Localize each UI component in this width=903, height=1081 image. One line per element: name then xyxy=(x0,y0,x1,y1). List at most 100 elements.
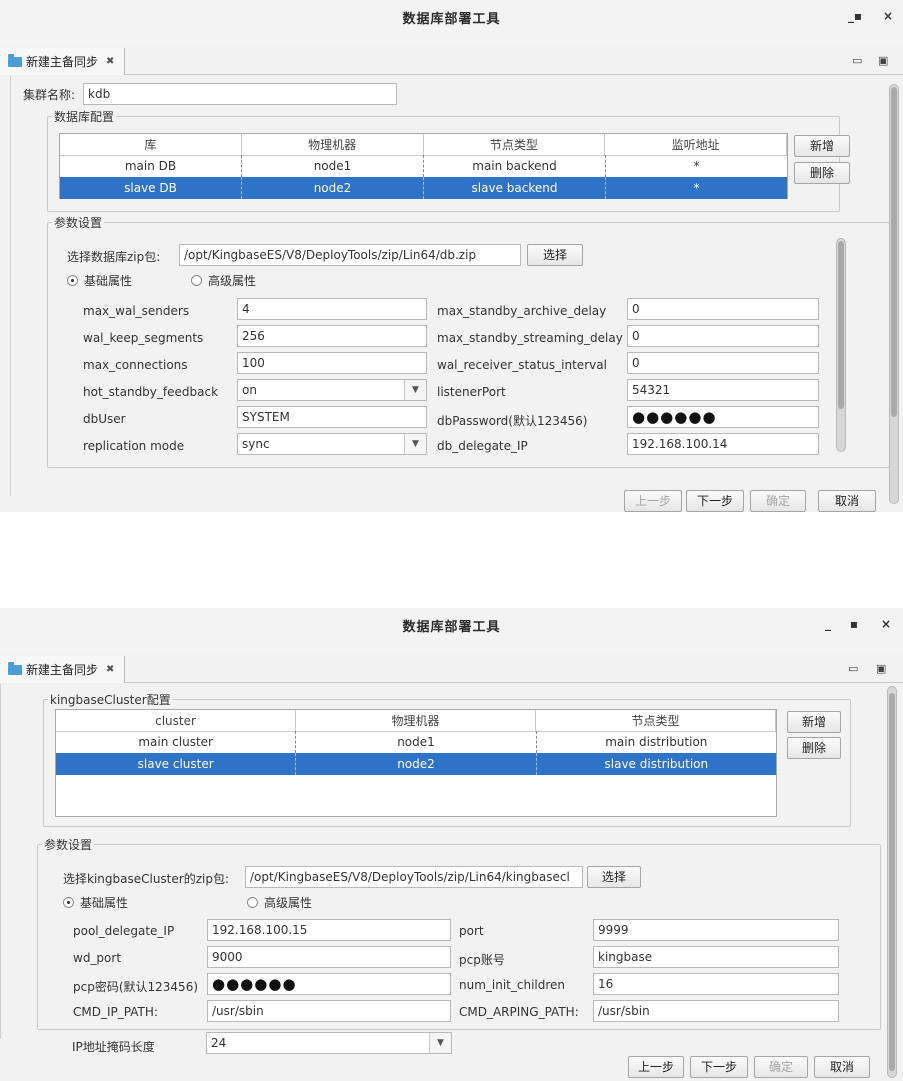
param-label: max_wal_senders xyxy=(83,304,190,318)
close-tab-icon[interactable]: ✖ xyxy=(106,56,114,67)
delete-button[interactable]: 删除 xyxy=(787,737,841,759)
scrollbar-thumb[interactable] xyxy=(889,693,895,1071)
tab-bar: 新建主备同步 ✖ ▭ ▣ xyxy=(0,656,903,683)
next-button[interactable]: 下一步 xyxy=(690,1056,748,1078)
table-cell: node2 xyxy=(242,177,424,199)
chevron-down-icon[interactable]: ▼ xyxy=(404,434,426,454)
table-header: 库 物理机器 节点类型 监听地址 xyxy=(60,134,787,156)
password-input[interactable]: ●●●●●● xyxy=(207,973,451,995)
param-input[interactable]: 54321 xyxy=(627,379,819,401)
scrollbar-thumb[interactable] xyxy=(891,87,897,417)
inner-scrollbar[interactable] xyxy=(836,238,846,452)
radio-basic-label: 基础属性 xyxy=(80,896,129,910)
password-input[interactable]: ●●●●●● xyxy=(627,406,819,428)
param-input[interactable]: 0 xyxy=(627,352,819,374)
param-label: max_connections xyxy=(83,358,188,372)
table-row[interactable]: main DB node1 main backend * xyxy=(60,155,787,177)
param-input[interactable]: 0 xyxy=(627,325,819,347)
close-icon[interactable]: × xyxy=(880,8,896,24)
param-label: port xyxy=(459,924,484,938)
param-select[interactable]: 24 ▼ xyxy=(206,1032,452,1054)
param-label: replication mode xyxy=(83,439,185,453)
param-label: CMD_IP_PATH: xyxy=(73,1005,158,1019)
table-row[interactable]: main cluster node1 main distribution xyxy=(56,731,776,753)
table-cell: * xyxy=(693,181,700,195)
radio-basic[interactable]: 基础属性 xyxy=(63,894,128,911)
window-title: 数据库部署工具 xyxy=(402,12,501,27)
param-input[interactable]: 16 xyxy=(593,973,839,995)
confirm-button[interactable]: 确定 xyxy=(754,1056,808,1078)
add-button[interactable]: 新增 xyxy=(794,135,850,157)
param-input[interactable]: 192.168.100.14 xyxy=(627,433,819,455)
chevron-down-icon[interactable]: ▼ xyxy=(429,1033,451,1053)
radio-basic[interactable]: 基础属性 xyxy=(67,272,132,289)
param-label: pool_delegate_IP xyxy=(73,924,175,938)
radio-advanced[interactable]: 高级属性 xyxy=(247,894,312,911)
params-title: 参数设置 xyxy=(42,836,95,853)
confirm-button[interactable]: 确定 xyxy=(750,490,806,512)
window-scrollbar[interactable] xyxy=(887,686,897,1078)
add-button[interactable]: 新增 xyxy=(787,711,841,733)
close-tab-icon[interactable]: ✖ xyxy=(106,664,114,675)
radio-advanced[interactable]: 高级属性 xyxy=(191,272,256,289)
param-input[interactable]: 100 xyxy=(237,352,427,374)
param-input[interactable]: 192.168.100.15 xyxy=(207,919,451,941)
param-label: wal_keep_segments xyxy=(83,331,204,345)
table-row-selected[interactable]: slave cluster node2 slave distribution xyxy=(56,753,776,775)
tab-new-sync[interactable]: 新建主备同步 ✖ xyxy=(0,48,126,75)
view-maximize-icon[interactable]: ▣ xyxy=(878,54,888,67)
select-value: 24 xyxy=(211,1036,227,1050)
table-cell: slave cluster xyxy=(56,753,297,775)
table-cell: node1 xyxy=(242,155,424,177)
params-title: 参数设置 xyxy=(52,214,105,231)
radio-checked-icon xyxy=(63,897,74,908)
choose-button[interactable]: 选择 xyxy=(527,244,583,266)
view-minimize-icon[interactable]: ▭ xyxy=(848,662,858,675)
table-row-selected[interactable]: slave DB node2 slave backend * xyxy=(60,177,787,199)
choose-button[interactable]: 选择 xyxy=(587,866,641,888)
param-select[interactable]: sync ▼ xyxy=(237,433,427,455)
param-input[interactable]: /usr/sbin xyxy=(593,1000,839,1022)
param-label: dbPassword(默认123456) xyxy=(437,414,588,428)
param-label: IP地址掩码长度 xyxy=(72,1040,155,1054)
delete-button[interactable]: 删除 xyxy=(794,162,850,184)
zip-path-input[interactable]: /opt/KingbaseES/V8/DeployTools/zip/Lin64… xyxy=(179,244,521,266)
view-minimize-icon[interactable]: ▭ xyxy=(852,54,862,67)
cancel-button[interactable]: 取消 xyxy=(814,1056,870,1078)
column-header: cluster xyxy=(56,710,296,731)
param-input[interactable]: 9999 xyxy=(593,919,839,941)
next-button[interactable]: 下一步 xyxy=(686,490,744,512)
param-label: pcp密码(默认123456) xyxy=(73,980,199,994)
tab-new-sync[interactable]: 新建主备同步 ✖ xyxy=(0,656,126,683)
table-cell: * xyxy=(693,159,700,173)
zip-path-input[interactable]: /opt/KingbaseES/V8/DeployTools/zip/Lin64… xyxy=(245,866,583,888)
scrollbar-thumb[interactable] xyxy=(838,241,844,409)
param-input[interactable]: 4 xyxy=(237,298,427,320)
radio-checked-icon xyxy=(67,275,78,286)
cluster-name-input[interactable]: kdb xyxy=(83,83,397,105)
param-select[interactable]: on ▼ xyxy=(237,379,427,401)
param-input[interactable]: 0 xyxy=(627,298,819,320)
table-cell: main backend xyxy=(424,155,606,177)
cancel-button[interactable]: 取消 xyxy=(818,490,876,512)
param-input[interactable]: /usr/sbin xyxy=(207,1000,451,1022)
table-cell: node1 xyxy=(296,731,537,753)
param-input[interactable]: SYSTEM xyxy=(237,406,427,428)
maximize-icon[interactable]: ▪ xyxy=(850,8,866,24)
title-bar: 数据库部署工具 _ ▪ × xyxy=(0,608,903,652)
param-label: db_delegate_IP xyxy=(437,439,528,453)
window-2: 数据库部署工具 _ ▪ × 新建主备同步 ✖ ▭ ▣ kingbaseClust… xyxy=(0,608,903,1081)
close-icon[interactable]: × xyxy=(878,616,894,632)
chevron-down-icon[interactable]: ▼ xyxy=(404,380,426,400)
prev-button[interactable]: 上一步 xyxy=(624,490,682,512)
param-label: CMD_ARPING_PATH: xyxy=(459,1005,579,1019)
window-scrollbar[interactable] xyxy=(889,84,899,504)
param-input[interactable]: 9000 xyxy=(207,946,451,968)
minimize-icon[interactable]: _ xyxy=(820,616,836,632)
maximize-icon[interactable]: ▪ xyxy=(846,616,862,632)
table-cell: main distribution xyxy=(605,735,708,749)
view-maximize-icon[interactable]: ▣ xyxy=(876,662,886,675)
param-input[interactable]: kingbase xyxy=(593,946,839,968)
prev-button[interactable]: 上一步 xyxy=(628,1056,684,1078)
param-input[interactable]: 256 xyxy=(237,325,427,347)
